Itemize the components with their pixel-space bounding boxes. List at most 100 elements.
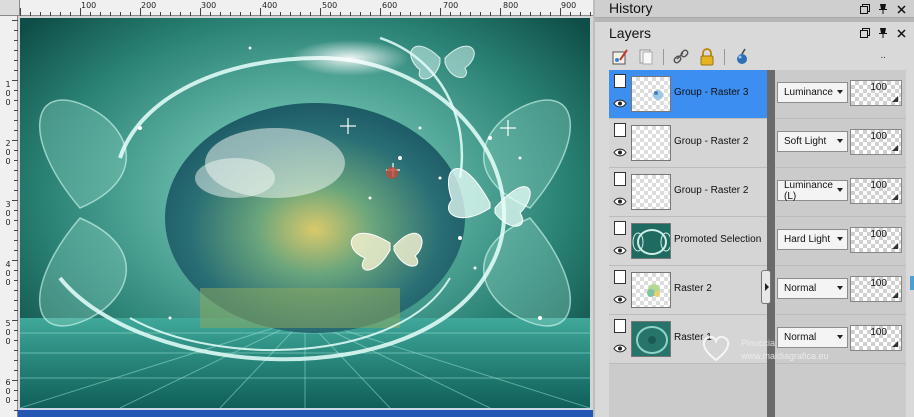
ruler-tick bbox=[14, 170, 18, 171]
ruler-label: 600 bbox=[5, 378, 11, 405]
slider-handle-icon bbox=[892, 145, 898, 151]
ruler-tick bbox=[120, 12, 121, 16]
ruler-tick bbox=[240, 12, 241, 16]
ruler-tick bbox=[180, 12, 181, 16]
ruler-tick bbox=[14, 110, 18, 111]
layer-thumbnail bbox=[631, 76, 671, 112]
eye-visibility-icon[interactable] bbox=[613, 148, 627, 157]
layer-row[interactable]: Promoted Selection Hard Light 100 bbox=[609, 217, 906, 266]
pin-icon[interactable] bbox=[878, 27, 888, 39]
history-window-buttons bbox=[860, 3, 906, 15]
screen-edge-tab[interactable] bbox=[910, 276, 914, 290]
layer-properties-icon[interactable] bbox=[614, 74, 626, 88]
ruler-tick bbox=[14, 280, 18, 281]
blend-mode-dropdown[interactable]: Luminance (L) bbox=[777, 180, 848, 202]
layer-properties-icon[interactable] bbox=[614, 123, 626, 137]
layer-row[interactable]: Group - Raster 2 Luminance (L) 100 bbox=[609, 168, 906, 217]
layer-item[interactable]: Group - Raster 2 bbox=[609, 119, 767, 167]
ruler-tick bbox=[360, 12, 361, 16]
canvas-image[interactable] bbox=[20, 18, 590, 408]
ruler-tick bbox=[480, 12, 481, 16]
ruler-label: 400 bbox=[5, 260, 11, 287]
lock-icon[interactable] bbox=[696, 47, 718, 67]
ruler-tick bbox=[14, 90, 18, 91]
chevron-down-icon bbox=[837, 335, 843, 339]
layer-item[interactable]: Promoted Selection bbox=[609, 217, 767, 265]
layer-properties-icon[interactable] bbox=[614, 221, 626, 235]
horizontal-ruler: 100 200 300 400 500 600 700 800 900 bbox=[20, 0, 593, 16]
opacity-slider[interactable]: 100 bbox=[850, 129, 902, 155]
opacity-value: 100 bbox=[870, 278, 887, 289]
ruler-tick bbox=[70, 12, 71, 16]
blend-mode-dropdown[interactable]: Hard Light bbox=[777, 229, 848, 250]
ruler-tick bbox=[20, 8, 21, 16]
toolbar-overflow[interactable]: .. bbox=[880, 50, 886, 61]
layer-properties-icon[interactable] bbox=[614, 270, 626, 284]
opacity-slider[interactable]: 100 bbox=[850, 227, 902, 253]
ruler-tick bbox=[310, 12, 311, 16]
opacity-slider[interactable]: 100 bbox=[850, 80, 902, 106]
ruler-tick bbox=[210, 12, 211, 16]
eye-visibility-icon[interactable] bbox=[613, 99, 627, 108]
ruler-tick bbox=[14, 100, 18, 101]
ruler-tick bbox=[380, 8, 381, 16]
close-icon[interactable] bbox=[896, 27, 906, 39]
blend-mode-dropdown[interactable]: Normal bbox=[777, 278, 848, 299]
layer-row[interactable]: Group - Raster 2 Soft Light 100 bbox=[609, 119, 906, 168]
ruler-tick bbox=[14, 300, 18, 301]
layer-properties-icon[interactable] bbox=[614, 319, 626, 333]
opacity-slider[interactable]: 100 bbox=[850, 178, 902, 204]
layer-properties-icon[interactable] bbox=[614, 172, 626, 186]
layer-item[interactable]: Group - Raster 2 bbox=[609, 168, 767, 216]
ruler-label: 400 bbox=[262, 1, 278, 10]
restore-icon[interactable] bbox=[860, 3, 870, 15]
ruler-tick bbox=[460, 12, 461, 16]
opacity-value: 100 bbox=[870, 180, 887, 191]
ruler-tick bbox=[14, 70, 18, 71]
duplicate-layer-icon[interactable] bbox=[635, 47, 657, 67]
layer-row[interactable]: Group - Raster 3 Luminance 100 bbox=[609, 70, 906, 119]
eye-visibility-icon[interactable] bbox=[613, 197, 627, 206]
opacity-slider[interactable]: 100 bbox=[850, 325, 902, 351]
layer-thumbnail bbox=[631, 321, 671, 357]
eye-visibility-icon[interactable] bbox=[613, 246, 627, 255]
ruler-tick bbox=[12, 80, 18, 81]
ruler-tick bbox=[580, 12, 581, 16]
watermark: Pinuccia www.maldiagrafica.eu bbox=[697, 332, 837, 372]
layer-row[interactable]: Raster 2 Normal 100 bbox=[609, 266, 906, 315]
ruler-tick bbox=[490, 12, 491, 16]
ruler-tick bbox=[80, 8, 81, 16]
ruler-tick bbox=[510, 12, 511, 16]
eye-visibility-icon[interactable] bbox=[613, 344, 627, 353]
eye-visibility-icon[interactable] bbox=[613, 295, 627, 304]
pin-icon[interactable] bbox=[878, 3, 888, 15]
blend-mode-dropdown[interactable]: Soft Light bbox=[777, 131, 848, 152]
ruler-tick bbox=[550, 12, 551, 16]
new-raster-layer-icon[interactable] bbox=[609, 47, 631, 67]
ruler-tick bbox=[290, 12, 291, 16]
ruler-tick bbox=[440, 8, 441, 16]
watermark-name: Pinuccia bbox=[741, 338, 776, 348]
ruler-tick bbox=[30, 12, 31, 16]
layer-name: Promoted Selection bbox=[674, 234, 762, 245]
layer-item[interactable]: Raster 2 bbox=[609, 266, 767, 314]
slider-handle-icon bbox=[892, 341, 898, 347]
layer-name: Group - Raster 2 bbox=[674, 185, 749, 196]
opacity-slider[interactable]: 100 bbox=[850, 276, 902, 302]
expand-arrow-icon[interactable] bbox=[761, 270, 771, 304]
close-icon[interactable] bbox=[896, 3, 906, 15]
ruler-tick bbox=[130, 12, 131, 16]
layer-name: Group - Raster 2 bbox=[674, 136, 749, 147]
blend-mode-dropdown[interactable]: Luminance bbox=[777, 82, 848, 103]
ruler-tick bbox=[14, 150, 18, 151]
layer-icons bbox=[611, 172, 629, 214]
link-icon[interactable] bbox=[670, 47, 692, 67]
ruler-tick bbox=[50, 12, 51, 16]
layer-styles-icon[interactable] bbox=[731, 47, 753, 67]
ruler-corner bbox=[0, 0, 20, 16]
ruler-tick bbox=[250, 12, 251, 16]
blend-mode-value: Luminance bbox=[784, 87, 833, 98]
layer-item[interactable]: Group - Raster 3 bbox=[609, 70, 767, 118]
ruler-tick bbox=[14, 370, 18, 371]
restore-icon[interactable] bbox=[860, 27, 870, 39]
